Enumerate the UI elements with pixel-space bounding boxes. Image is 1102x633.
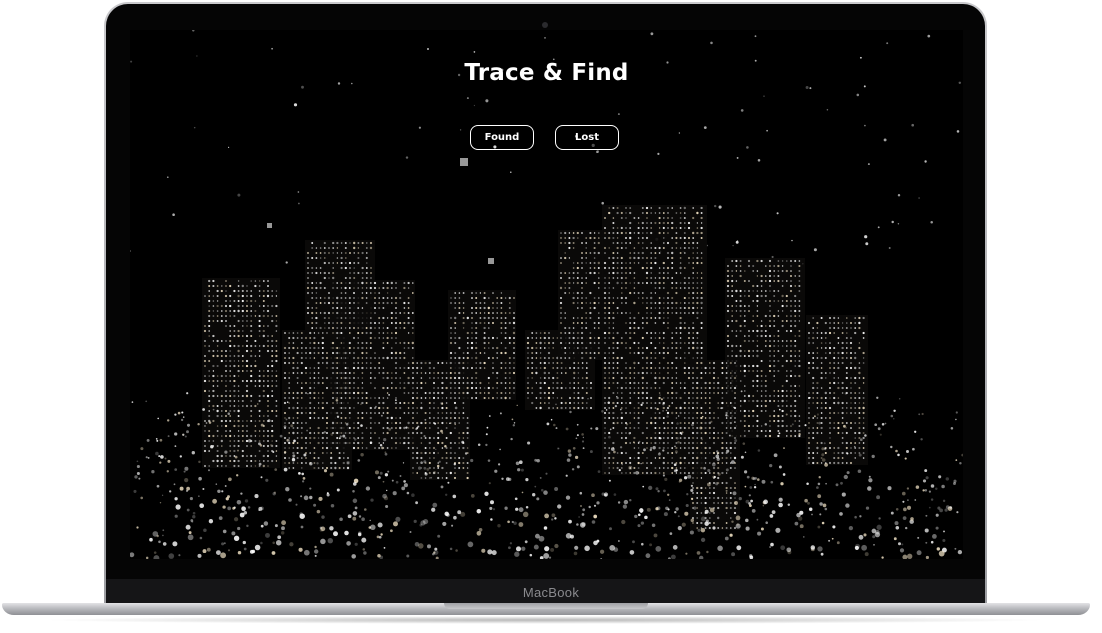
page-title: Trace & Find bbox=[464, 60, 629, 86]
camera-dot bbox=[542, 22, 548, 28]
found-button[interactable]: Found bbox=[470, 125, 534, 150]
brand-label: MacBook bbox=[522, 585, 580, 600]
device-mockup: Trace & Find Found Lost MacBook bbox=[0, 0, 1102, 633]
lost-button[interactable]: Lost bbox=[555, 125, 619, 150]
city-lights-background bbox=[130, 30, 963, 559]
device-shadow bbox=[40, 616, 1050, 624]
lid-notch bbox=[444, 603, 648, 609]
app-screen: Trace & Find Found Lost bbox=[130, 30, 963, 559]
